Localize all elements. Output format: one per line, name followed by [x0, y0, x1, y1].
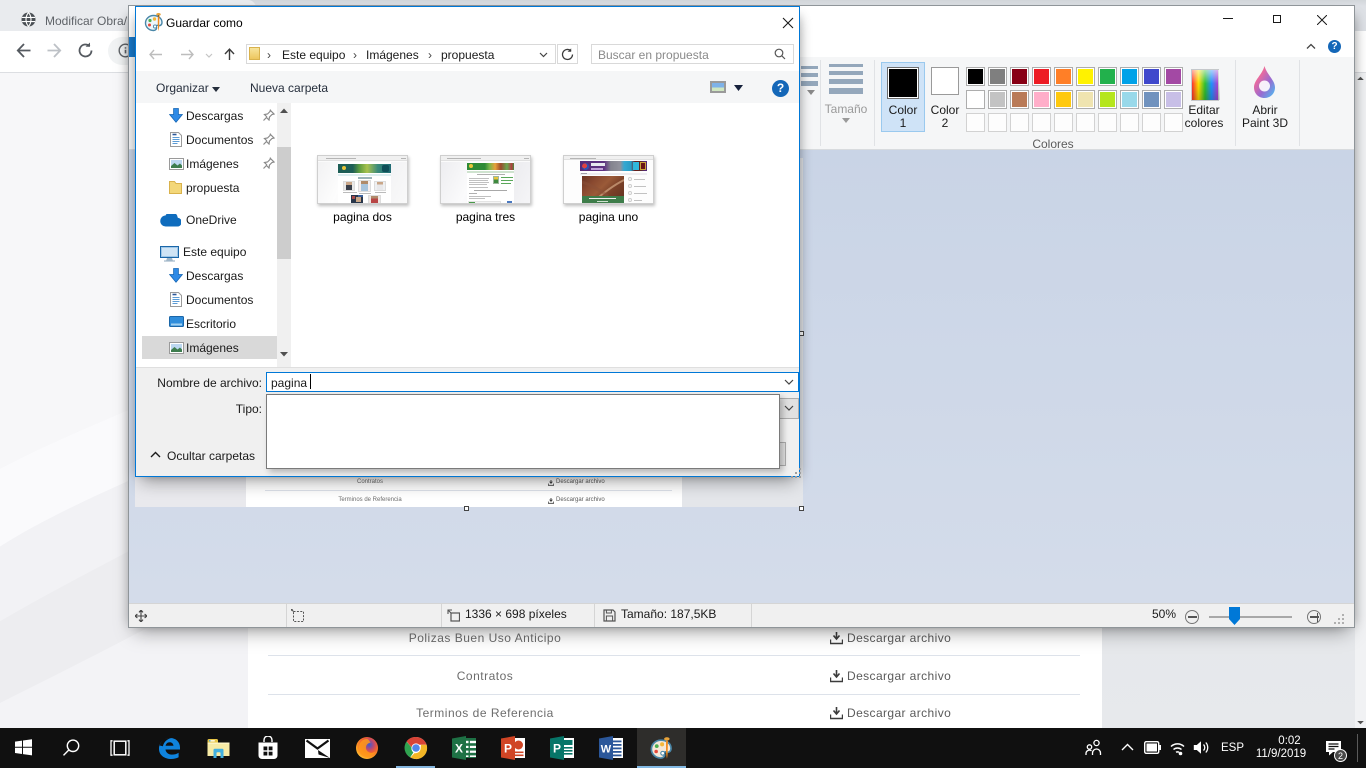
svg-text:X: X — [455, 742, 463, 756]
svg-text:W: W — [601, 744, 612, 756]
svg-text:P: P — [504, 742, 512, 756]
svg-text:P: P — [553, 742, 561, 756]
